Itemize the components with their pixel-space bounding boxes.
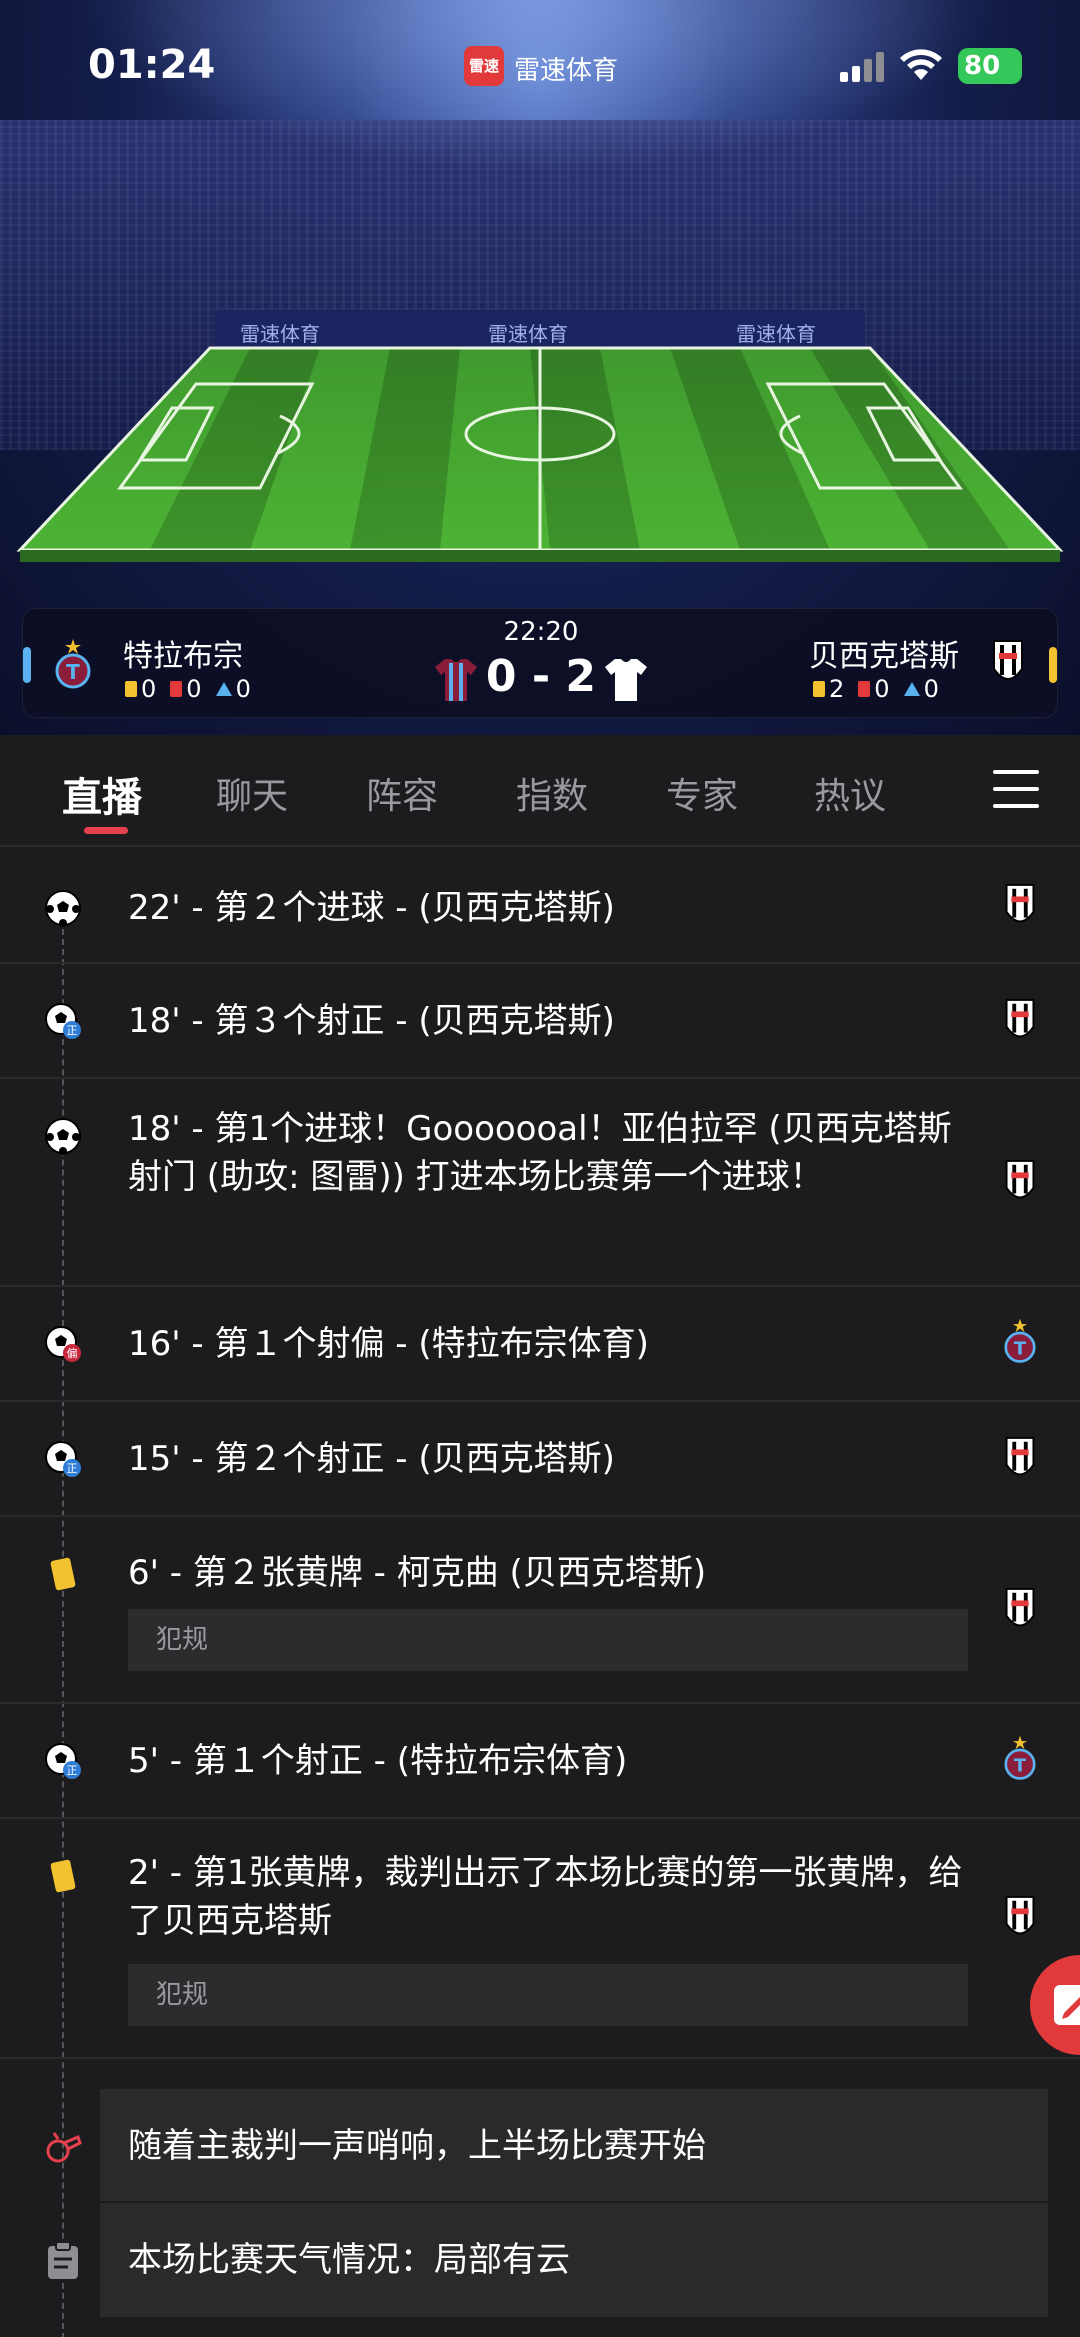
event-text: 5' - 第１个射正 - (特拉布宗体育) xyxy=(128,1741,628,1781)
timeline-event[interactable]: 正 5' - 第１个射正 - (特拉布宗体育) T xyxy=(0,1704,1080,1819)
home-team-badge-icon: T xyxy=(1004,1318,1036,1363)
svg-text:正: 正 xyxy=(67,1462,78,1475)
timeline-event[interactable]: 18' - 第1个进球！Gooooooal！亚伯拉罕 (贝西克塔斯 射门 (助攻… xyxy=(0,1079,1080,1287)
yellow-card-icon xyxy=(813,681,825,697)
away-yellow-count: 2 xyxy=(829,675,845,703)
svg-text:正: 正 xyxy=(67,1764,78,1777)
tab-bar: 直播 聊天 阵容 指数 专家 热议 xyxy=(0,735,1080,847)
battery-level: 80 xyxy=(964,51,1001,81)
battery-indicator: 80 xyxy=(958,48,1022,84)
tab-live[interactable]: 直播 xyxy=(62,765,142,823)
whistle-icon xyxy=(46,2132,82,2163)
event-note: 犯规 xyxy=(128,1964,968,2026)
home-team-badge-icon: T xyxy=(1004,1735,1036,1780)
event-note: 犯规 xyxy=(128,1609,968,1671)
status-bar: 01:24 雷速 雷速体育 80 xyxy=(0,0,1080,130)
event-text: 随着主裁判一声哨响，上半场比赛开始 xyxy=(128,2126,706,2166)
tab-experts[interactable]: 专家 xyxy=(666,767,738,819)
timeline-event[interactable]: 随着主裁判一声哨响，上半场比赛开始 xyxy=(100,2089,1048,2203)
away-team-name[interactable]: 贝西克塔斯 xyxy=(809,631,959,675)
menu-icon[interactable] xyxy=(993,770,1039,808)
tab-chat[interactable]: 聊天 xyxy=(216,767,288,819)
timeline-event[interactable]: 22' - 第２个进球 - (贝西克塔斯) xyxy=(0,849,1080,964)
timeline-event[interactable]: 正 18' - 第３个射正 - (贝西克塔斯) xyxy=(0,964,1080,1079)
timeline-event[interactable]: 偏 16' - 第１个射偏 - (特拉布宗体育) T xyxy=(0,1287,1080,1402)
tab-lineup[interactable]: 阵容 xyxy=(366,767,438,819)
clipboard-icon xyxy=(48,2241,78,2279)
away-team-stats: 2 0 0 xyxy=(813,675,939,703)
corner-flag-icon xyxy=(903,682,920,696)
yellow-card-icon xyxy=(50,1859,76,1893)
svg-text:正: 正 xyxy=(67,1024,78,1037)
shot-off-target-icon: 偏 xyxy=(45,1326,81,1362)
away-corner-count: 0 xyxy=(923,675,939,703)
football-pitch xyxy=(16,346,1064,562)
event-text: 16' - 第１个射偏 - (特拉布宗体育) xyxy=(128,1324,649,1364)
timeline-event[interactable]: 2' - 第1张黄牌，裁判出示了本场比赛的第一张黄牌，给了贝西克塔斯 犯规 xyxy=(0,1819,1080,2059)
svg-text:T: T xyxy=(1014,1756,1027,1776)
soccer-ball-icon xyxy=(45,890,81,927)
clock: 01:24 xyxy=(88,42,216,88)
away-team-badge-icon xyxy=(1005,1587,1035,1627)
timeline-event[interactable]: 本场比赛天气情况：局部有云 xyxy=(100,2203,1048,2319)
away-team-logo-icon xyxy=(993,640,1023,680)
soccer-ball-icon xyxy=(45,1118,81,1155)
shot-on-target-icon: 正 xyxy=(45,1743,81,1779)
live-event-timeline: 22' - 第２个进球 - (贝西克塔斯) 正 18' - 第３个射正 - (贝… xyxy=(0,849,1080,2337)
app-root: 雷速体育 雷速体育 雷速体育 01:24 雷速 雷速体育 80 T 特拉布宗 0… xyxy=(0,0,1080,2337)
away-team-badge-icon xyxy=(1005,1436,1035,1476)
red-card-icon xyxy=(858,681,871,697)
event-text: 15' - 第２个射正 - (贝西克塔斯) xyxy=(128,1439,615,1479)
active-tab-indicator xyxy=(84,827,128,834)
wifi-icon xyxy=(900,49,942,80)
tab-discussion[interactable]: 热议 xyxy=(814,767,886,819)
event-text: 18' - 第1个进球！Gooooooal！亚伯拉罕 (贝西克塔斯 射门 (助攻… xyxy=(128,1109,952,1197)
away-team-badge-icon xyxy=(1005,1895,1035,1935)
app-name: 雷速体育 xyxy=(514,56,619,86)
event-text: 6' - 第２张黄牌 - 柯克曲 (贝西克塔斯) xyxy=(128,1553,707,1593)
svg-text:T: T xyxy=(1014,1339,1027,1359)
scoreboard[interactable]: T 特拉布宗 0 0 0 22:20 0 - 2 贝西克塔斯 2 0 0 xyxy=(22,608,1058,718)
tab-odds[interactable]: 指数 xyxy=(516,767,588,819)
timeline-event[interactable]: 6' - 第２张黄牌 - 柯克曲 (贝西克塔斯) 犯规 xyxy=(0,1517,1080,1704)
timeline-event[interactable]: 正 15' - 第２个射正 - (贝西克塔斯) xyxy=(0,1402,1080,1517)
shot-on-target-icon: 正 xyxy=(45,1003,81,1039)
away-team-badge-icon xyxy=(1005,1159,1035,1199)
away-team-badge-icon xyxy=(1005,998,1035,1038)
away-red-count: 0 xyxy=(874,675,890,703)
away-team-badge-icon xyxy=(1005,883,1035,923)
event-text: 22' - 第２个进球 - (贝西克塔斯) xyxy=(128,888,615,928)
yellow-card-icon xyxy=(50,1557,76,1591)
cellular-signal-icon xyxy=(840,52,884,82)
shot-on-target-icon: 正 xyxy=(45,1441,81,1477)
away-jersey-icon xyxy=(605,659,647,701)
event-text: 2' - 第1张黄牌，裁判出示了本场比赛的第一张黄牌，给了贝西克塔斯 xyxy=(128,1853,963,1941)
svg-text:偏: 偏 xyxy=(67,1346,78,1360)
app-logo: 雷速 xyxy=(464,46,504,86)
event-text: 18' - 第３个射正 - (贝西克塔斯) xyxy=(128,1001,615,1041)
edit-icon xyxy=(1054,1985,1080,2025)
event-text: 本场比赛天气情况：局部有云 xyxy=(128,2240,570,2280)
